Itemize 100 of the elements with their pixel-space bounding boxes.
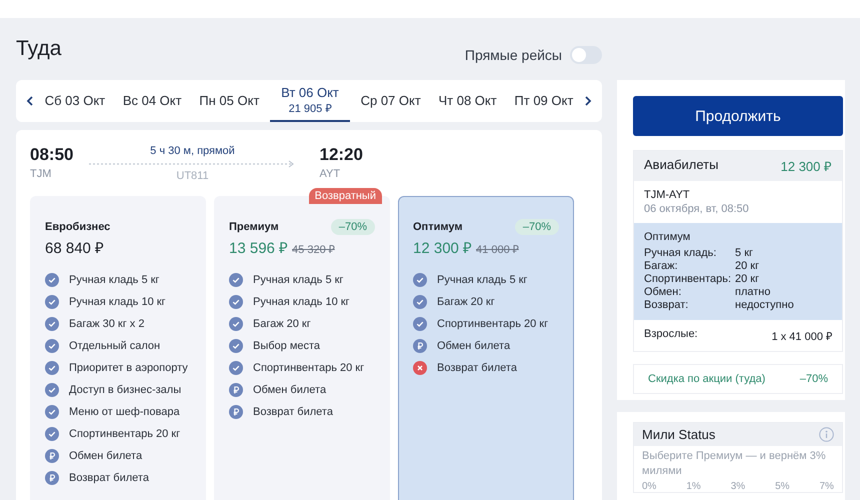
detail-value: 20 кг — [735, 273, 760, 286]
feature-text: Возврат билета — [69, 472, 149, 484]
check-icon — [45, 273, 59, 287]
old-price: 45 320 ₽ — [292, 243, 335, 256]
fare-price: 12 300 ₽ — [413, 239, 472, 257]
feature-text: Ручная кладь 5 кг — [69, 274, 160, 286]
feature-text: Ручная кладь 5 кг — [253, 274, 344, 286]
check-icon — [45, 405, 59, 419]
check-icon — [45, 295, 59, 309]
discount-badge: –70% — [514, 219, 559, 235]
check-icon — [229, 339, 243, 353]
discount-badge: –70% — [330, 219, 375, 235]
passenger-label: Взрослые: — [644, 328, 698, 342]
date-tab[interactable]: Пт 09 Окт — [507, 80, 580, 122]
feature-text: Доступ в бизнес-залы — [69, 384, 182, 396]
flight-date: 06 октября, вт, 08:50 — [644, 203, 750, 215]
check-icon — [413, 317, 427, 331]
departure-time: 08:50 — [30, 144, 74, 166]
check-icon — [413, 273, 427, 287]
check-icon — [45, 427, 59, 441]
date-tab[interactable]: Ср 07 Окт — [354, 80, 428, 122]
fare-price: 13 596 ₽ — [229, 239, 288, 257]
feature-text: Отдельный салон — [69, 340, 160, 352]
date-tab[interactable]: Чт 08 Окт — [432, 80, 504, 122]
feature-text: Спортинвентарь 20 кг — [437, 318, 548, 330]
check-icon — [45, 383, 59, 397]
miles-hint: Выберите Премиум — и вернём 3% милями — [642, 449, 827, 479]
detail-value: 20 кг — [735, 260, 760, 273]
fare-card[interactable]: Оптимум –70% 12 300 ₽ 41 000 ₽ Ручная кладь 5 кг Багаж 20 кг Спортинвентарь 20 кг Обмен билета Возврат билета — [398, 196, 574, 500]
miles-title: Мили Status — [642, 427, 716, 442]
detail-label: Спортинвентарь: — [644, 273, 732, 286]
detail-label: Возврат: — [644, 299, 690, 312]
route-label: TJM-AYT — [644, 189, 691, 201]
scale-label: 7% — [820, 481, 834, 492]
feature-text: Обмен билета — [69, 450, 142, 462]
feature-text: Багаж 30 кг x 2 — [69, 318, 144, 330]
total-price: 12 300 ₽ — [780, 158, 832, 175]
fare-card[interactable]: Евробизнес 68 840 ₽ Ручная кладь 5 кг Ручная кладь 10 кг Багаж 30 кг x 2 Отдельный салон Приоритет в аэропорту Доступ в бизнес-залы Меню от шеф-повара Спортинвентарь 20 кг Обмен билета Возврат билета — [30, 196, 206, 500]
check-icon — [45, 361, 59, 375]
check-icon — [45, 317, 59, 331]
chevron-left-icon[interactable] — [26, 95, 34, 107]
fare-name: Премиум — [229, 221, 279, 233]
old-price: 41 000 ₽ — [476, 243, 519, 256]
chevron-right-icon[interactable] — [584, 95, 592, 107]
ruble-icon — [45, 449, 59, 463]
feature-text: Спортинвентарь 20 кг — [69, 428, 180, 440]
check-icon — [229, 361, 243, 375]
airport-code: TJM — [30, 168, 52, 180]
feature-text: Выбор места — [253, 340, 320, 352]
date-tab[interactable]: Сб 03 Окт — [38, 80, 112, 122]
check-icon — [229, 295, 243, 309]
refundable-badge: Возвратный — [308, 188, 382, 204]
feature-text: Меню от шеф-повара — [69, 406, 180, 418]
feature-text: Багаж 20 кг — [437, 296, 495, 308]
feature-text: Возврат билета — [253, 406, 333, 418]
feature-text: Ручная кладь 10 кг — [69, 296, 166, 308]
feature-text: Ручная кладь 5 кг — [437, 274, 528, 286]
airport-code: AYT — [319, 168, 342, 180]
detail-label: Багаж: — [644, 260, 679, 273]
feature-text: Спортинвентарь 20 кг — [253, 362, 364, 374]
fare-name: Евробизнес — [45, 221, 110, 233]
toggle-label: Прямые рейсы — [464, 47, 562, 63]
promo-value: –70% — [800, 373, 828, 385]
direct-flights-toggle[interactable] — [570, 46, 602, 64]
check-icon — [229, 273, 243, 287]
feature-text: Багаж 20 кг — [253, 318, 311, 330]
ruble-icon — [229, 383, 243, 397]
check-icon — [45, 339, 59, 353]
summary-title: Авиабилеты — [644, 157, 718, 174]
date-tab[interactable]: Вт 06 Окт 21 905 ₽ — [270, 80, 350, 122]
scale-label: 1% — [686, 481, 701, 492]
scale-label: 3% — [730, 481, 746, 492]
continue-button[interactable]: Продолжить — [633, 96, 843, 136]
fare-price: 68 840 ₽ — [45, 239, 104, 257]
date-tab[interactable]: Вс 04 Окт — [116, 80, 189, 122]
feature-text: Обмен билета — [437, 340, 510, 352]
check-icon — [229, 317, 243, 331]
detail-value: платно — [735, 286, 772, 299]
promo-label: Скидка по акции (туда) — [648, 373, 766, 385]
detail-label: Ручная кладь: — [644, 247, 718, 260]
flight-number: UT811 — [176, 170, 209, 182]
scale-label: 5% — [775, 481, 790, 492]
passenger-price: 1 x 41 000 ₽ — [772, 330, 832, 343]
flight-duration: 5 ч 30 м, прямой — [150, 144, 235, 158]
detail-value: недоступно — [735, 299, 795, 312]
ruble-icon — [45, 471, 59, 485]
ruble-icon — [413, 339, 427, 353]
feature-text: Ручная кладь 10 кг — [253, 296, 350, 308]
section-title: Туда — [16, 37, 62, 61]
ruble-icon — [229, 405, 243, 419]
detail-value: 5 кг — [735, 247, 754, 260]
date-tab[interactable]: Пн 05 Окт — [192, 80, 266, 122]
arrival-time: 12:20 — [319, 144, 363, 166]
fare-name: Оптимум — [413, 221, 462, 233]
feature-text: Приоритет в аэропорту — [69, 362, 188, 374]
detail-label: Обмен: — [644, 286, 682, 299]
feature-text: Возврат билета — [437, 362, 517, 374]
scale-label: 0% — [642, 481, 656, 492]
check-icon — [413, 295, 427, 309]
fare-name: Оптимум — [644, 231, 692, 243]
